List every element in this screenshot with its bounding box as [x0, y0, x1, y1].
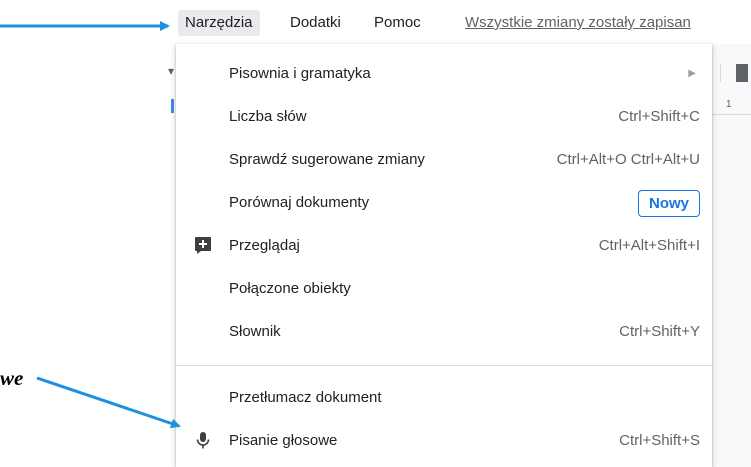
menu-item-label: Sprawdź sugerowane zmiany	[229, 151, 425, 168]
menu-item-translate-document[interactable]: Przetłumacz dokument	[176, 376, 712, 419]
menu-item-label: Połączone obiekty	[229, 280, 351, 297]
explore-plus-icon	[194, 236, 212, 254]
ruler: 1	[712, 98, 751, 115]
ruler-indent-marker[interactable]	[171, 99, 174, 113]
microphone-icon	[194, 431, 212, 449]
menu-narzedzia[interactable]: Narzędzia	[178, 10, 260, 36]
menu-item-label: Liczba słów	[229, 108, 307, 125]
menu-item-label: Przeglądaj	[229, 237, 300, 254]
menu-item-label: Porównaj dokumenty	[229, 194, 370, 211]
menu-item-shortcut: Ctrl+Alt+Shift+I	[598, 237, 700, 254]
new-badge: Nowy	[637, 190, 700, 217]
menu-item-review-suggestions[interactable]: Sprawdź sugerowane zmiany Ctrl+Alt+O Ctr…	[176, 138, 712, 181]
menu-item-word-count[interactable]: Liczba słów Ctrl+Shift+C	[176, 95, 712, 138]
doc-toolbar-fragment	[712, 58, 751, 88]
menu-item-linked-objects[interactable]: Połączone obiekty	[176, 267, 712, 310]
caret-down-icon[interactable]: ▾	[168, 64, 174, 78]
menu-pomoc[interactable]: Pomoc	[367, 10, 428, 36]
menu-item-shortcut: Ctrl+Shift+C	[618, 108, 700, 125]
menu-item-dictionary[interactable]: Słownik Ctrl+Shift+Y	[176, 310, 712, 353]
menu-item-voice-typing[interactable]: Pisanie głosowe Ctrl+Shift+S	[176, 419, 712, 462]
menu-item-shortcut: Ctrl+Alt+O Ctrl+Alt+U	[556, 151, 700, 168]
menu-divider	[176, 365, 712, 366]
menu-bar: Narzędzia Dodatki Pomoc Wszystkie zmiany…	[0, 0, 751, 44]
menu-item-label: Pisanie głosowe	[229, 432, 338, 449]
save-status-link[interactable]: Wszystkie zmiany zostały zapisan	[465, 10, 691, 36]
submenu-arrow-icon: ▶	[688, 68, 696, 79]
toolbar-separator	[720, 64, 721, 82]
annotation-text: we	[0, 366, 24, 390]
menu-item-shortcut: Ctrl+Shift+Y	[619, 323, 700, 340]
toolbar-icon[interactable]	[736, 64, 748, 82]
menu-item-label: Przetłumacz dokument	[229, 389, 382, 406]
menu-item-label: Pisownia i gramatyka	[229, 65, 371, 82]
menu-item-compare-documents[interactable]: Porównaj dokumenty Nowy	[176, 181, 712, 224]
menu-item-label: Słownik	[229, 323, 281, 340]
arrow-to-voice-typing	[36, 376, 181, 429]
menu-dodatki[interactable]: Dodatki	[283, 10, 348, 36]
menu-item-spelling-grammar[interactable]: Pisownia i gramatyka ▶	[176, 52, 712, 95]
menu-item-shortcut: Ctrl+Shift+S	[619, 432, 700, 449]
ruler-mark: 1	[726, 99, 732, 110]
menu-item-explore[interactable]: Przeglądaj Ctrl+Alt+Shift+I	[176, 224, 712, 267]
tools-dropdown-menu: Pisownia i gramatyka ▶ Liczba słów Ctrl+…	[176, 44, 712, 467]
